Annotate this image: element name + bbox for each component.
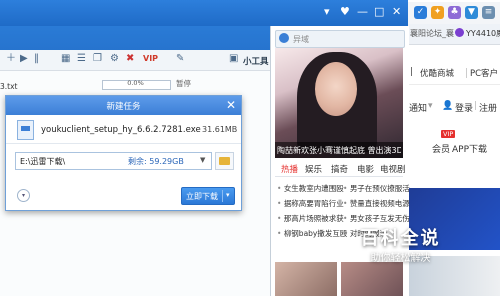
button-divider (222, 190, 223, 202)
exe-file-icon (17, 120, 34, 140)
skin-dropdown-icon[interactable]: ▾ (324, 5, 330, 19)
tab-tv[interactable]: 电视剧 (380, 163, 406, 175)
grid-view-icon[interactable]: ▦ (61, 54, 71, 64)
folder-icon (219, 157, 230, 165)
app-download-link[interactable]: APP下载 (452, 142, 487, 155)
watermark-title: 百科全说 (360, 228, 441, 249)
tools-button[interactable]: 小工具 (243, 55, 269, 67)
tab-funny[interactable]: 搞奇 (331, 163, 348, 175)
news-item[interactable]: 女生教室内遭围殴 (277, 183, 344, 194)
watermark: 百科全说 助你轻松解决 (338, 222, 463, 270)
browse-folder-button[interactable] (215, 152, 234, 170)
maximize-button[interactable]: □ (374, 5, 384, 19)
shield-icon[interactable]: ✓ (414, 6, 427, 19)
browser-tab-yy[interactable]: YY4410魔 (455, 28, 500, 39)
close-button[interactable]: ✕ (392, 5, 401, 19)
search-placeholder: 异域 (293, 35, 309, 44)
photo-caption-bar: 陶喆新欢张小骞谨慎起底 曾出演3D肉蒲团 (275, 142, 403, 158)
browser-tab-yy-label: YY4410魔 (466, 29, 500, 38)
new-task-icon[interactable]: ＋ (6, 54, 16, 64)
dialog-divider (6, 143, 241, 144)
watermark-subtitle: 助你轻松解决 (370, 253, 431, 264)
download-options-arrow[interactable]: ▾ (226, 191, 230, 199)
settings-icon[interactable]: ⚙ (110, 54, 120, 64)
login-link[interactable]: 登录 (455, 101, 473, 114)
news-tabs: 热播 娱乐 搞奇 电影 电视剧 (275, 162, 406, 177)
delete-icon[interactable]: ✖ (126, 54, 136, 64)
yy-logo-icon (455, 28, 464, 37)
nav-separator: | (410, 67, 413, 77)
tab-entertainment[interactable]: 娱乐 (305, 163, 322, 175)
dialog-close-button[interactable]: ✕ (226, 98, 236, 112)
login-divider: | (474, 101, 478, 111)
browser-tab-xiangyang[interactable]: 襄阳论坛_襄 (410, 28, 454, 39)
photo-caption[interactable]: 陶喆新欢张小骞谨慎起底 曾出演3D肉蒲团 (277, 145, 401, 156)
feather-icon[interactable]: ✎ (176, 54, 186, 64)
download-now-label: 立即下载 (186, 192, 218, 201)
news-item[interactable]: 赞量直接视频电源 (343, 198, 410, 209)
minimize-button[interactable]: — (357, 5, 368, 19)
register-link[interactable]: 注册 (479, 101, 497, 114)
file-size: 31.61MB (202, 125, 238, 134)
task-progress-text: 0.0% (127, 79, 144, 87)
search-input[interactable]: 异域 (275, 30, 405, 48)
save-path: E:\迅雷下载\ (20, 157, 66, 166)
news-item[interactable]: 男子在预仪撩服活 (343, 183, 410, 194)
video-thumbnail[interactable] (275, 262, 337, 296)
task-filename-fragment: 3.txt (0, 82, 18, 91)
copy-icon[interactable]: ❐ (93, 54, 103, 64)
news-item[interactable]: 那高片场照被求获 (277, 213, 344, 224)
tab-hot[interactable]: 热播 (281, 163, 298, 175)
nav-divider (466, 68, 467, 78)
user-icon: 👤 (442, 101, 454, 111)
search-logo-icon (279, 33, 289, 43)
key-icon[interactable]: ♣ (448, 6, 461, 19)
file-icon-mark (21, 126, 30, 131)
tab-movie[interactable]: 电影 (357, 163, 374, 175)
pause-icon[interactable]: ‖ (34, 54, 44, 64)
news-item[interactable]: 据称高要胃陷行业 (277, 198, 344, 209)
nav-pc-client[interactable]: PC客户 (470, 67, 498, 79)
save-path-select[interactable]: E:\迅雷下载\ 剩余: 59.29GB ▼ (15, 152, 212, 170)
vip-badge: VIP (441, 130, 456, 138)
member-link[interactable]: 会员 (432, 142, 450, 155)
toolbox-icon[interactable]: ▣ (229, 54, 239, 64)
nav-youku-mall[interactable]: 优酷商城 (420, 67, 454, 79)
extension-icon[interactable]: ▼ (465, 6, 478, 19)
photo-face (315, 62, 357, 116)
headline-photo[interactable]: 陶喆新欢张小骞谨慎起底 曾出演3D肉蒲团 (275, 48, 403, 158)
notice-link[interactable]: 通知 (409, 101, 427, 114)
menu-icon[interactable]: ≡ (482, 6, 495, 19)
expand-options-button[interactable]: ▾ (17, 189, 30, 202)
file-name-field[interactable]: youkuclient_setup_hy_6.6.2.7281.exe (41, 125, 201, 135)
list-view-icon[interactable]: ☰ (77, 54, 87, 64)
free-space: 剩余: 59.29GB (128, 157, 184, 166)
new-task-dialog: 新建任务 ✕ youkuclient_setup_hy_6.6.2.7281.e… (5, 95, 242, 211)
vip-icon[interactable]: VIP (143, 54, 158, 64)
task-status: 暂停 (176, 79, 191, 88)
start-icon[interactable]: ▶ (20, 54, 30, 64)
favorite-icon[interactable]: ♥ (340, 5, 350, 19)
news-item[interactable]: 柳钢baby撒发互殴 (277, 228, 348, 239)
download-now-button[interactable]: 立即下载 ▾ (181, 187, 235, 205)
search-icon[interactable]: ✦ (431, 6, 444, 19)
notice-dropdown-icon[interactable]: ▾ (428, 101, 433, 111)
dialog-title: 新建任务 (106, 102, 141, 112)
chevron-down-icon[interactable]: ▼ (200, 156, 205, 164)
